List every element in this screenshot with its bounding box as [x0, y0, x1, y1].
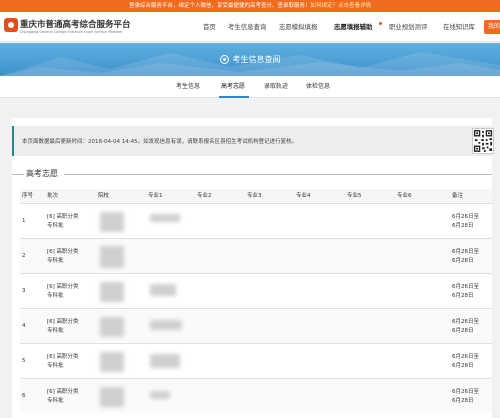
nav-career-assessment[interactable]: 职业规划测评	[389, 12, 427, 42]
row-note-line1: 6月26日至	[452, 284, 479, 290]
row-batch-line2: 专科批	[47, 328, 64, 334]
tab-student-info[interactable]: 考生信息	[176, 76, 200, 98]
table-row[interactable]: 4 [6] 高职分类 专科批 6月26日至 6月28日	[20, 308, 492, 343]
redacted-school	[100, 212, 124, 232]
row-batch-line1: [6] 高职分类	[47, 249, 79, 255]
row-index: 3	[22, 288, 26, 294]
redacted-school	[100, 282, 124, 302]
section-divider-right	[64, 174, 492, 175]
redacted-major	[150, 391, 170, 399]
redacted-school	[100, 246, 124, 268]
table-header: 序号 批次 院校 专业1 专业2 专业3 专业4 专业5 专业6 备注	[20, 189, 492, 203]
content-card: 本页面数据最后更新时间：2018-04-04 14:45。如发现信息有误，请联系…	[12, 118, 494, 418]
table-row[interactable]: 1 [6] 高职分类 专科批 6月26日至 6月28日	[20, 203, 492, 238]
notice-text: 本页面数据最后更新时间：2018-04-04 14:45。如发现信息有误，请联系…	[22, 139, 298, 145]
row-batch-line2: 专科批	[47, 258, 64, 264]
nav-mock-application[interactable]: 志愿模拟填报	[279, 12, 317, 42]
row-batch-line1: [6] 高职分类	[47, 214, 79, 220]
nav-application-assist[interactable]: 志愿填报辅助	[334, 12, 372, 42]
row-index: 4	[22, 323, 26, 329]
row-batch-line2: 专科批	[47, 223, 64, 229]
tab-admission-track[interactable]: 录取轨迹	[264, 76, 288, 98]
row-batch-line1: [6] 高职分类	[47, 284, 79, 290]
row-note-line2: 6月28日	[452, 398, 474, 404]
row-note-line2: 6月28日	[452, 293, 474, 299]
row-index: 6	[22, 393, 26, 399]
hero-title: 考生信息查阅	[232, 55, 281, 64]
qr-code-icon[interactable]	[472, 128, 494, 154]
row-batch-line1: [6] 高职分类	[47, 319, 79, 325]
row-note-line1: 6月26日至	[452, 354, 479, 360]
banner-link[interactable]: 如何绑定？点击查看详情	[311, 3, 372, 9]
notification-dot-icon	[379, 22, 382, 25]
row-note-line2: 6月28日	[452, 258, 474, 264]
col-major5: 专业5	[347, 193, 362, 199]
hero-title-wrap: 考生信息查阅	[0, 43, 500, 76]
nav-home[interactable]: 首页	[203, 12, 216, 42]
hero-banner: 考生信息查阅	[0, 43, 500, 76]
redacted-school	[100, 317, 124, 337]
info-tabs: 考生信息 高考志愿 录取轨迹 体检信息	[0, 76, 500, 98]
section-divider-left	[12, 174, 24, 175]
col-major2: 专业2	[197, 193, 212, 199]
nav-exam-info[interactable]: 考生信息查询	[228, 12, 266, 42]
col-note: 备注	[452, 193, 464, 199]
col-school: 院校	[98, 193, 110, 199]
top-banner: 登录综合服务平台，绑定个人微信，享受最便捷的高考查分、查录取服务！如何绑定？点击…	[0, 0, 500, 12]
row-batch-line1: [6] 高职分类	[47, 389, 79, 395]
redacted-major	[150, 214, 180, 222]
user-circle-icon	[219, 55, 229, 64]
table-row[interactable]: 3 [6] 高职分类 专科批 6月26日至 6月28日	[20, 273, 492, 308]
redacted-major	[150, 284, 176, 296]
row-batch-line1: [6] 高职分类	[47, 354, 79, 360]
col-major4: 专业4	[296, 193, 311, 199]
row-batch-line2: 专科批	[47, 398, 64, 404]
row-note-line1: 6月26日至	[452, 249, 479, 255]
update-notice: 本页面数据最后更新时间：2018-04-04 14:45。如发现信息有误，请联系…	[12, 126, 494, 156]
redacted-major	[150, 320, 182, 330]
row-note-line2: 6月28日	[452, 363, 474, 369]
row-note-line1: 6月26日至	[452, 389, 479, 395]
banner-text: 登录综合服务平台，绑定个人微信，享受最便捷的高考查分、查录取服务！	[128, 3, 311, 9]
tab-medical-exam[interactable]: 体检信息	[306, 76, 330, 98]
col-major1: 专业1	[148, 193, 163, 199]
site-header: 重庆市普通高考综合服务平台 Chongqing General College …	[0, 12, 500, 42]
col-batch: 批次	[47, 193, 59, 199]
table-row[interactable]: 5 [6] 高职分类 专科批 6月26日至 6月28日	[20, 343, 492, 378]
section-title: 高考志愿	[26, 169, 58, 178]
row-note-line2: 6月28日	[452, 223, 474, 229]
col-major6: 专业6	[397, 193, 412, 199]
tab-application[interactable]: 高考志愿	[221, 76, 245, 98]
col-index: 序号	[22, 193, 34, 199]
user-button[interactable]: 我的	[484, 20, 500, 34]
row-index: 1	[22, 218, 26, 224]
col-major3: 专业3	[247, 193, 262, 199]
active-tab-indicator	[219, 96, 249, 98]
row-note-line1: 6月26日至	[452, 319, 479, 325]
nav-knowledge-base[interactable]: 在线知识库	[443, 12, 475, 42]
row-batch-line2: 专科批	[47, 363, 64, 369]
row-index: 5	[22, 358, 26, 364]
main-nav: 首页 考生信息查询 志愿模拟填报 志愿填报辅助 职业规划测评 在线知识库 我的	[0, 12, 500, 42]
row-note-line1: 6月26日至	[452, 214, 479, 220]
table-row[interactable]: 2 [6] 高职分类 专科批 6月26日至 6月28日	[20, 238, 492, 273]
row-note-line2: 6月28日	[452, 328, 474, 334]
redacted-major	[150, 354, 180, 368]
row-batch-line2: 专科批	[47, 293, 64, 299]
redacted-school	[100, 387, 124, 407]
row-index: 2	[22, 253, 26, 259]
redacted-school	[100, 352, 124, 372]
